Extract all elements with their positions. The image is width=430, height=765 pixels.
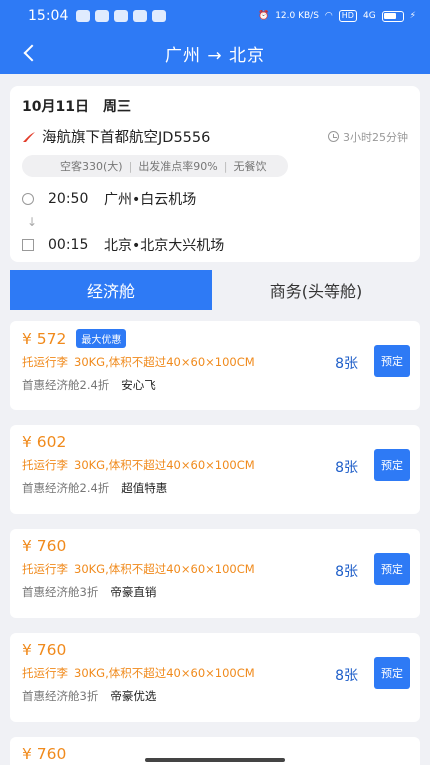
fare-card: ¥ 602 托运行李 30KG,体积不超过40×60×100CM 首惠经济舱2.… bbox=[10, 425, 420, 514]
airline-logo-icon bbox=[22, 131, 36, 143]
route-arrow-icon: ↓ bbox=[27, 215, 38, 229]
price-row: ¥ 760 bbox=[22, 537, 408, 555]
airline-row: 海航旗下首都航空JD5556 3小时25分钟 bbox=[22, 126, 408, 147]
divider: | bbox=[223, 159, 228, 173]
discount-text: 首惠经济舱2.4折 bbox=[22, 481, 110, 495]
page-title: 广州 → 北京 bbox=[164, 45, 266, 66]
book-button[interactable]: 预定 bbox=[374, 553, 410, 585]
baggage-label: 托运行李 bbox=[22, 355, 68, 369]
network-speed: 12.0 KB/S bbox=[275, 11, 319, 21]
price-row: ¥ 760 bbox=[22, 641, 408, 659]
tab-economy[interactable]: 经济舱 bbox=[10, 270, 212, 310]
meal-info: 无餐饮 bbox=[233, 160, 267, 173]
flight-info-card: 10月11日 周三 海航旗下首都航空JD5556 3小时25分钟 空客330(大… bbox=[10, 86, 420, 262]
airline-name: 海航旗下首都航空JD5556 bbox=[42, 130, 211, 146]
on-time-rate: 出发准点率90% bbox=[138, 160, 218, 173]
divider: | bbox=[128, 159, 133, 173]
baggage-label: 托运行李 bbox=[22, 666, 68, 680]
signal-4g-icon: 4G bbox=[362, 11, 376, 21]
nav-bar: 广州 → 北京 bbox=[0, 32, 430, 74]
flight-duration: 3小时25分钟 bbox=[328, 129, 408, 145]
back-button[interactable] bbox=[14, 38, 44, 68]
baggage-detail: 30KG,体积不超过40×60×100CM bbox=[74, 458, 255, 472]
chevron-left-icon bbox=[23, 44, 41, 62]
fare-tag: 帝豪直销 bbox=[110, 585, 157, 599]
baggage-detail: 30KG,体积不超过40×60×100CM bbox=[74, 355, 255, 369]
flight-weekday: 周三 bbox=[102, 99, 131, 115]
duration-text: 3小时25分钟 bbox=[343, 130, 408, 144]
departure-time: 20:50 bbox=[48, 191, 89, 207]
fare-price: ¥ 760 bbox=[22, 641, 67, 659]
fare-card: ¥ 760 托运行李 30KG,体积不超过40×60×100CM 首惠经济舱3折… bbox=[10, 529, 420, 618]
wifi-icon: ◠ bbox=[324, 11, 333, 21]
arrival-time: 00:15 bbox=[48, 237, 89, 253]
fare-price: ¥ 572 bbox=[22, 329, 67, 348]
fare-card: ¥ 760 托运行李 30KG,体积不超过40×60×100CM 首惠经济舱3折… bbox=[10, 633, 420, 722]
baggage-label: 托运行李 bbox=[22, 562, 68, 576]
price-row: ¥ 572 最大优惠 bbox=[22, 329, 408, 348]
home-indicator[interactable] bbox=[145, 758, 285, 762]
discount-text: 首惠经济舱3折 bbox=[22, 585, 99, 599]
discount-row: 首惠经济舱3折 帝豪优选 bbox=[22, 688, 408, 704]
aircraft-info: 空客330(大) | 出发准点率90% | 无餐饮 bbox=[22, 155, 289, 177]
fare-price: ¥ 760 bbox=[22, 537, 67, 555]
flight-date: 10月11日 bbox=[22, 99, 89, 115]
seats-left: 8张 bbox=[335, 356, 358, 372]
discount-row: 首惠经济舱2.4折 超值特惠 bbox=[22, 480, 408, 496]
arrival-square-icon bbox=[22, 239, 34, 251]
battery-icon bbox=[381, 10, 404, 22]
price-row: ¥ 602 bbox=[22, 433, 408, 451]
fare-card: ¥ 572 最大优惠 托运行李 30KG,体积不超过40×60×100CM 首惠… bbox=[10, 321, 420, 410]
wechat-notification-icon bbox=[133, 10, 148, 22]
fare-price: ¥ 602 bbox=[22, 433, 67, 451]
departure-airport: 广州•白云机场 bbox=[104, 192, 197, 208]
baggage-detail: 30KG,体积不超过40×60×100CM bbox=[74, 562, 255, 576]
status-right: ⏰ 12.0 KB/S ◠ HD 4G ⚡ bbox=[258, 10, 416, 22]
hd-icon: HD bbox=[338, 10, 357, 22]
discount-text: 首惠经济舱3折 bbox=[22, 689, 99, 703]
fare-tag: 超值特惠 bbox=[121, 481, 168, 495]
alarm-icon: ⏰ bbox=[257, 11, 270, 21]
arrival-row: 00:15 北京•北京大兴机场 bbox=[22, 235, 408, 255]
date-row: 10月11日 周三 bbox=[22, 96, 408, 116]
discount-text: 首惠经济舱2.4折 bbox=[22, 378, 110, 392]
baggage-detail: 30KG,体积不超过40×60×100CM bbox=[74, 666, 255, 680]
tiktok-notification-icon bbox=[95, 10, 110, 22]
discount-row: 首惠经济舱3折 帝豪直销 bbox=[22, 584, 408, 600]
book-button[interactable]: 预定 bbox=[374, 657, 410, 689]
book-button[interactable]: 预定 bbox=[374, 345, 410, 377]
fare-tag: 帝豪优选 bbox=[110, 689, 157, 703]
discount-row: 首惠经济舱2.4折 安心飞 bbox=[22, 377, 408, 393]
seats-left: 8张 bbox=[335, 564, 358, 580]
weibo-notification-icon bbox=[114, 10, 129, 22]
seats-left: 8张 bbox=[335, 668, 358, 684]
tab-business-first[interactable]: 商务(头等舱) bbox=[212, 270, 420, 310]
fare-price: ¥ 760 bbox=[22, 745, 67, 763]
aircraft-type: 空客330(大) bbox=[60, 160, 123, 173]
cabin-tabs: 经济舱 商务(头等舱) bbox=[10, 270, 420, 310]
charging-icon: ⚡ bbox=[409, 11, 416, 21]
app-notification-icon bbox=[76, 10, 91, 22]
baggage-label: 托运行李 bbox=[22, 458, 68, 472]
status-time: 15:04 bbox=[28, 8, 69, 24]
status-bar: 15:04 ⏰ 12.0 KB/S ◠ HD 4G ⚡ bbox=[0, 0, 430, 32]
book-button[interactable]: 预定 bbox=[374, 449, 410, 481]
clock-icon bbox=[328, 131, 339, 142]
arrival-airport: 北京•北京大兴机场 bbox=[104, 238, 225, 254]
seats-left: 8张 bbox=[335, 460, 358, 476]
fare-tag: 安心飞 bbox=[121, 378, 156, 392]
best-deal-badge: 最大优惠 bbox=[76, 329, 127, 348]
video-notification-icon bbox=[152, 10, 167, 22]
departure-row: 20:50 广州•白云机场 bbox=[22, 189, 408, 209]
departure-circle-icon bbox=[22, 193, 34, 205]
